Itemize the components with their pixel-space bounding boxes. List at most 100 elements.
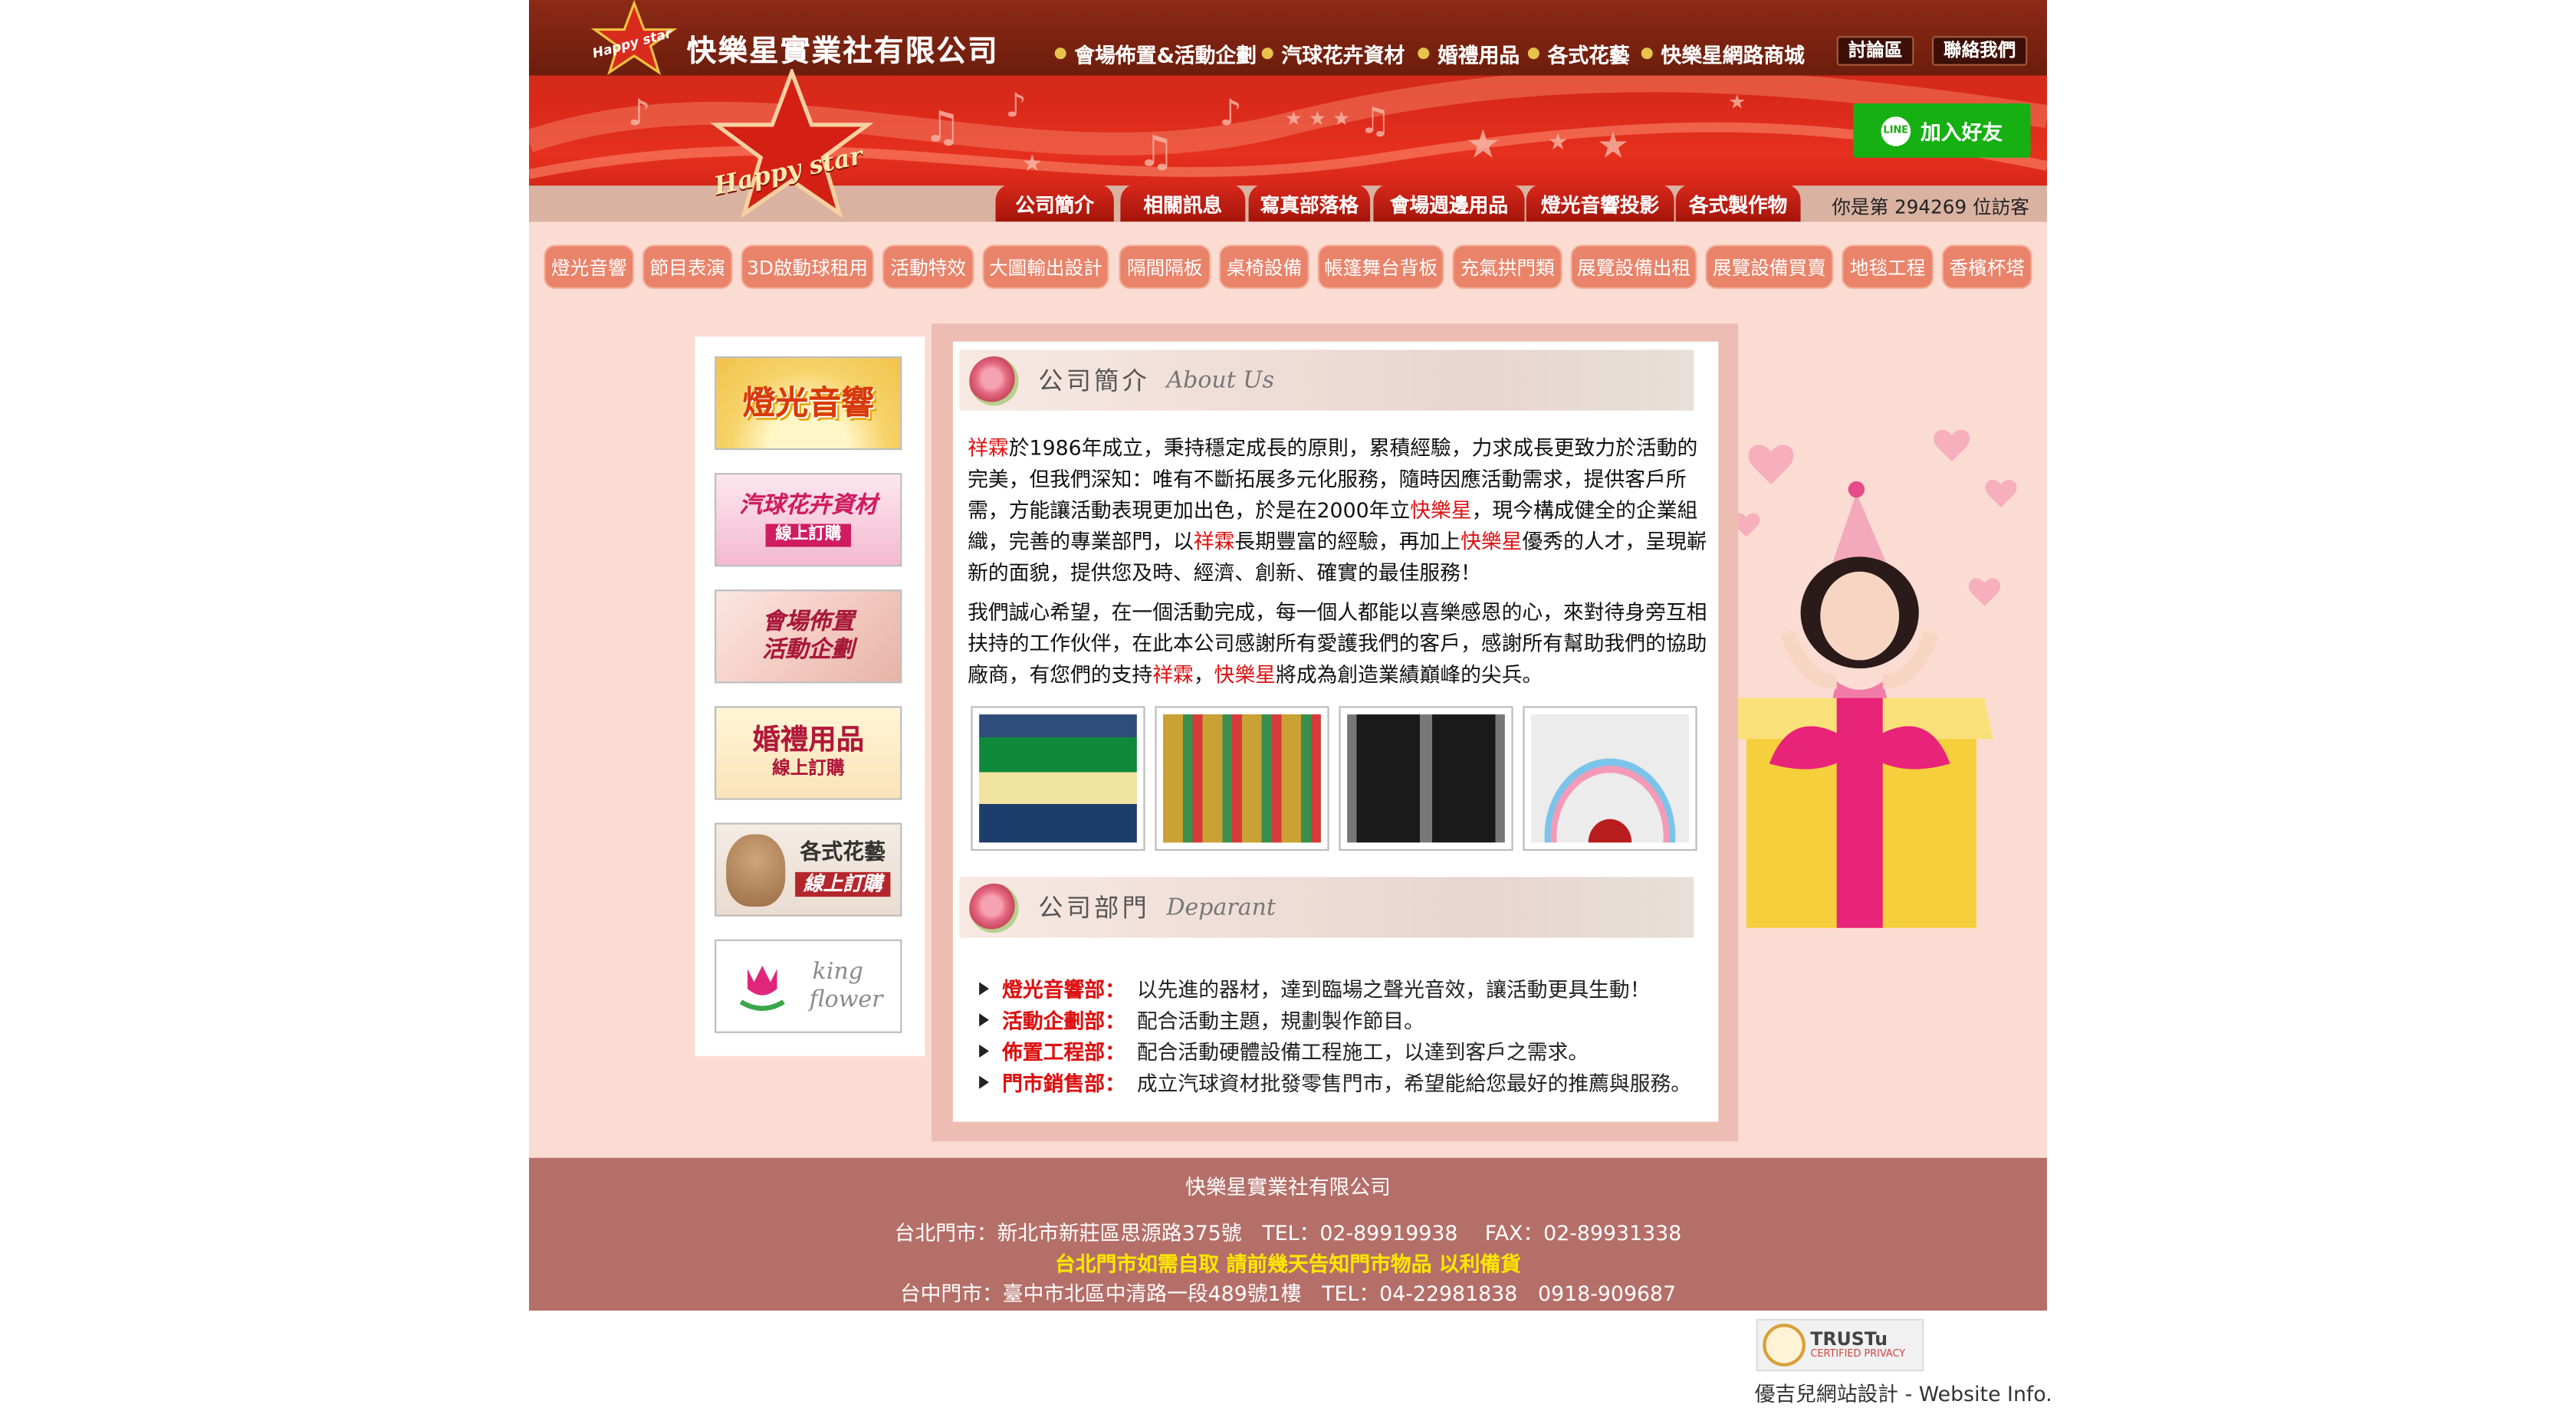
highlight-text: 祥霖	[968, 435, 1009, 460]
bullet-icon	[1527, 48, 1539, 60]
tab-productions[interactable]: 各式製作物	[1675, 184, 1801, 222]
footer-company: 快樂星實業社有限公司	[1185, 1174, 1391, 1199]
topnav-item-flowers[interactable]: 各式花藝	[1527, 38, 1630, 69]
topnav-item-wedding[interactable]: 婚禮用品	[1418, 38, 1520, 69]
category-tables[interactable]: 桌椅設備	[1219, 244, 1309, 290]
topnav-label: 快樂星網路商城	[1661, 42, 1805, 67]
sidebar-banner-title: 汽球花卉資材	[739, 493, 878, 520]
bullet-icon	[1261, 48, 1273, 60]
rose-icon	[969, 356, 1019, 406]
topnav-item-venue[interactable]: 會場佈置&活動企劃	[1054, 38, 1257, 69]
photo-balloon-wall[interactable]	[1155, 706, 1329, 851]
king-flower-subtext: flower	[809, 986, 883, 1013]
visitor-count: 294269	[1894, 195, 1967, 218]
teddy-bear-icon	[726, 833, 786, 906]
paragraph-text: 長期豐富的經驗，再加上	[1234, 529, 1461, 554]
highlight-text: 祥霖	[1193, 529, 1235, 554]
category-partitions[interactable]: 隔間隔板	[1119, 244, 1211, 290]
category-expo-rental[interactable]: 展覽設備出租	[1570, 244, 1697, 290]
tab-venue-supplies[interactable]: 會場週邊用品	[1373, 184, 1525, 222]
sidebar-banner-balloon-supplies[interactable]: 汽球花卉資材 線上訂購	[715, 473, 902, 567]
contact-button[interactable]: 聯絡我們	[1932, 36, 2028, 66]
svg-text:♫: ♫	[1137, 126, 1175, 176]
category-effects[interactable]: 活動特效	[882, 244, 974, 290]
svg-text:♪: ♪	[1219, 92, 1242, 134]
speakers-image	[1347, 714, 1505, 843]
balloon-arch-image	[1531, 714, 1689, 843]
paragraph-text: 將成為創造業績巔峰的尖兵。	[1276, 661, 1543, 687]
topnav-item-shop[interactable]: 快樂星網路商城	[1641, 38, 1805, 69]
category-shows[interactable]: 節目表演	[642, 244, 733, 290]
department-desc: 配合活動主題，規劃製作節目。	[1136, 1008, 1424, 1033]
category-champagne[interactable]: 香檳杯塔	[1941, 244, 2032, 290]
sidebar-banner-wedding[interactable]: 婚禮用品 線上訂購	[715, 706, 902, 800]
department-section-header: 公司部門 Deparant	[959, 877, 1694, 938]
stage-image	[979, 714, 1137, 843]
highlight-text: 快樂星	[1410, 497, 1472, 523]
category-expo-sales[interactable]: 展覽設備買賣	[1705, 244, 1834, 290]
photo-stage[interactable]	[971, 706, 1145, 851]
department-name: 佈置工程部：	[1002, 1039, 1125, 1065]
photo-balloon-arch[interactable]	[1523, 706, 1697, 851]
king-flower-text: king	[812, 960, 864, 986]
sidebar-banner-king-flower[interactable]: king flower	[715, 939, 902, 1033]
highlight-text: 祥霖	[1152, 661, 1194, 687]
svg-text:★: ★	[1022, 150, 1043, 177]
sidebar-banner-subtitle: 活動企劃	[762, 636, 855, 663]
tab-news[interactable]: 相關訊息	[1120, 184, 1246, 222]
visitor-counter: 你是第 294269 位訪客	[1832, 194, 2029, 220]
girl-gift-box-illustration	[1738, 429, 2017, 928]
rose-icon	[969, 883, 1019, 934]
forum-button[interactable]: 討論區	[1836, 36, 1914, 66]
footer-pickup-notice: 台北門市如需自取 請前幾天告知門市物品 以利備貨	[1055, 1251, 1521, 1276]
sidebar-banner-title: 婚禮用品	[752, 724, 865, 758]
svg-text:♪: ♪	[628, 92, 651, 134]
tab-about[interactable]: 公司簡介	[995, 184, 1114, 222]
trust-badge-title: TRUSTu	[1810, 1327, 1888, 1350]
sidebar-banner-venue-planning[interactable]: 會場佈置 活動企劃	[715, 589, 902, 684]
svg-text:♫: ♫	[1359, 100, 1391, 143]
sidebar-banner-lighting[interactable]: 燈光音響	[715, 356, 902, 451]
arrow-icon	[979, 1012, 989, 1026]
footer-taipei-store: 台北門市：新北市新莊區思源路375號 TEL：02-89919938 FAX：0…	[894, 1220, 1682, 1245]
sidebar-banner-floral[interactable]: 各式花藝 線上訂購	[715, 822, 902, 917]
svg-text:★: ★	[1465, 122, 1500, 168]
department-desc: 以先進的器材，達到臨場之聲光音效，讓活動更具生動！	[1136, 977, 1651, 1002]
tab-blog[interactable]: 寫真部落格	[1248, 184, 1371, 222]
happy-star-logo-icon	[710, 69, 874, 219]
bullet-icon	[1641, 48, 1653, 60]
category-print[interactable]: 大圖輸出設計	[982, 244, 1109, 290]
line-add-friend-button[interactable]: LINE 加入好友	[1853, 103, 2031, 158]
department-item: 門市銷售部： 成立汽球資材批發零售門市，希望能給您最好的推薦與服務。	[979, 1066, 1691, 1098]
svg-text:★ ★ ★: ★ ★ ★	[1285, 107, 1350, 130]
site-footer: 快樂星實業社有限公司 台北門市：新北市新莊區思源路375號 TEL：02-899…	[529, 1157, 2047, 1311]
visitor-prefix: 你是第	[1832, 195, 1889, 218]
department-title-en: Deparant	[1166, 894, 1276, 921]
category-lighting[interactable]: 燈光音響	[544, 244, 635, 290]
about-paragraph-1: 祥霖於1986年成立，秉持穩定成長的原則，累積經驗，力求成長更致力於活動的完美，…	[968, 432, 1710, 589]
category-tents[interactable]: 帳篷舞台背板	[1317, 244, 1444, 290]
category-arches[interactable]: 充氣拱門類	[1452, 244, 1562, 290]
category-3d-ball[interactable]: 3D啟動球租用	[741, 244, 874, 290]
department-name: 燈光音響部：	[1002, 977, 1125, 1002]
about-section-header: 公司簡介 About Us	[959, 349, 1694, 411]
photo-speakers[interactable]	[1339, 706, 1513, 851]
arrow-icon	[979, 981, 989, 995]
topnav-item-balloon[interactable]: 汽球花卉資材	[1261, 38, 1405, 69]
trust-badge[interactable]: TRUSTu CERTIFIED PRIVACY	[1756, 1318, 1924, 1372]
department-desc: 配合活動硬體設備工程施工，以達到客戶之需求。	[1136, 1039, 1589, 1065]
bullet-icon	[1418, 48, 1430, 60]
line-icon: LINE	[1881, 116, 1911, 146]
brand-name[interactable]: 快樂星實業社有限公司	[687, 28, 999, 71]
svg-text:★: ★	[1728, 90, 1746, 113]
department-item: 燈光音響部： 以先進的器材，達到臨場之聲光音效，讓活動更具生動！	[979, 973, 1651, 1004]
trust-badge-subtitle: CERTIFIED PRIVACY	[1810, 1347, 1906, 1360]
arrow-icon	[979, 1075, 989, 1088]
topnav-label: 會場佈置&活動企劃	[1074, 42, 1257, 67]
sidebar-banner-subtitle: 線上訂購	[795, 871, 891, 897]
footer-taichung-store: 台中門市：臺中市北區中清路一段489號1樓 TEL：04-22981838 09…	[899, 1281, 1677, 1306]
tulip-icon	[738, 964, 785, 1010]
category-carpet[interactable]: 地毯工程	[1842, 244, 1934, 290]
tab-lighting[interactable]: 燈光音響投影	[1526, 184, 1674, 222]
website-credit-link[interactable]: 優吉兒網站設計 - Website Info.	[1755, 1377, 2052, 1408]
